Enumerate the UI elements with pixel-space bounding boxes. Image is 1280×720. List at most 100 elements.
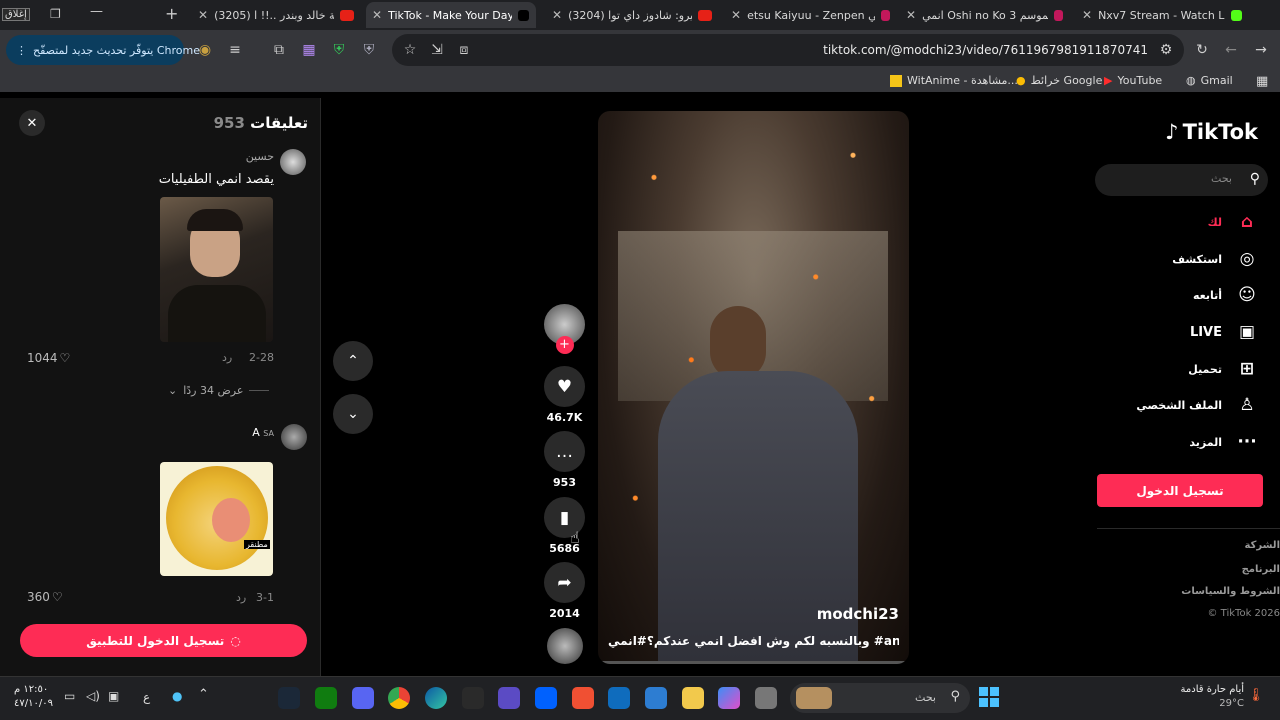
dropbox-icon[interactable] [535, 687, 557, 709]
avatar[interactable] [281, 424, 307, 450]
start-tile [990, 687, 999, 696]
close-icon[interactable]: ✕ [725, 8, 747, 22]
video-player[interactable]: modchi23 وبالنسبه لكم وش افضل انمي عندكم… [598, 111, 909, 664]
close-icon[interactable]: ✕ [1076, 8, 1098, 22]
tab-anime-zenpen[interactable]: ✕ etsu Kaiyuu - Zenpen انمي [725, 2, 897, 28]
profile-avatar-icon[interactable]: ◉ [196, 42, 214, 58]
close-icon[interactable]: ✕ [546, 8, 568, 22]
git-icon[interactable] [572, 687, 594, 709]
follow-plus-icon[interactable]: + [555, 336, 574, 354]
close-icon[interactable]: ✕ [900, 8, 922, 22]
login-app-button[interactable]: تسجيل الدخول للتطبيق ◌ [20, 624, 307, 657]
extensions-icon[interactable]: ⧉ [270, 42, 288, 58]
chrome-update-button[interactable]: ⋮ يتوفّر تحديث جديد لمتصفّح Chrome [6, 35, 200, 65]
login-button[interactable]: تسجيل الدخول [1097, 474, 1263, 507]
taskbar-search[interactable]: بحث ⚲ [790, 683, 970, 713]
reload-icon[interactable]: ↻ [1193, 42, 1211, 58]
footer-link-company[interactable]: الشركة [1245, 540, 1280, 551]
windows-start-icon[interactable] [979, 687, 999, 707]
copilot-icon[interactable] [718, 687, 740, 709]
chrome-icon[interactable] [388, 687, 410, 709]
close-comments-button[interactable]: ✕ [19, 110, 45, 136]
close-icon[interactable]: ✕ [192, 8, 214, 22]
back-arrow-icon[interactable]: ← [1222, 42, 1240, 58]
volume-icon[interactable]: ◁) [86, 689, 100, 703]
next-video-button[interactable]: ⌄ [333, 394, 373, 434]
nav-upload[interactable]: تحميل ⊞ [1188, 359, 1258, 379]
tab-youtube-story[interactable]: ✕ (3205) قصة خالد وبندر ..!! ا [192, 2, 360, 28]
comment-sticker-image[interactable]: مطنقر [160, 462, 273, 576]
restore-window-icon[interactable]: ❐ [50, 7, 61, 21]
like-button[interactable]: ♥ 46.7K [544, 366, 585, 424]
bookmark-youtube[interactable]: ▶ YouTube [1104, 74, 1162, 87]
edge-icon[interactable] [425, 687, 447, 709]
store-icon[interactable] [645, 687, 667, 709]
search-box[interactable]: ⚲ بحث [1095, 164, 1268, 196]
music-disc-avatar[interactable] [544, 628, 585, 664]
bookmark-witanime[interactable]: WitAnime - مشاهدة... [890, 74, 1018, 87]
bookmark-gmail[interactable]: ◍ Gmail [1186, 74, 1233, 87]
nav-profile[interactable]: الملف الشخصي ♙ [1136, 395, 1258, 415]
media-control-icon[interactable]: ≡ [226, 42, 244, 58]
comment-button[interactable]: … 953 [544, 431, 585, 489]
epic-games-icon[interactable] [462, 687, 484, 709]
tab-oshi-no-ko[interactable]: ✕ انمي Oshi no Ko الموسم 3 [900, 2, 1070, 28]
minimize-window-icon[interactable]: — [90, 4, 103, 19]
task-view-icon[interactable] [755, 687, 777, 709]
steam-icon[interactable] [278, 687, 300, 709]
outlook-icon[interactable] [608, 687, 630, 709]
close-icon[interactable]: ✕ [366, 8, 388, 22]
comment-username[interactable]: A [252, 426, 260, 439]
avatar[interactable] [280, 149, 306, 175]
divider-line [249, 390, 270, 391]
nav-live[interactable]: LIVE ▣ [1190, 322, 1258, 342]
reply-button[interactable]: رد [236, 591, 246, 604]
tab-nxv7-stream[interactable]: ✕ Nxv7 Stream - Watch Live [1076, 2, 1248, 28]
video-progress-bar[interactable] [598, 661, 909, 664]
tab-tiktok[interactable]: ✕ TikTok - Make Your Day [366, 2, 536, 28]
video-username[interactable]: modchi23 [817, 605, 899, 623]
view-replies-button[interactable]: ⌄ عرض 34 ردًا [168, 384, 270, 397]
footer-link-program[interactable]: البرنامج [1242, 564, 1280, 575]
bookmark-label: YouTube [1117, 74, 1163, 87]
previous-video-button[interactable]: ⌃ [333, 341, 373, 381]
comment-image[interactable] [160, 197, 273, 342]
tiktok-logo[interactable]: ♪ TikTok [1165, 120, 1258, 144]
footer-link-terms[interactable]: الشروط والسياسات [1181, 586, 1280, 597]
weather-widget[interactable]: أيام حارة قادمة 29°C 🌡 [1160, 683, 1264, 711]
forward-arrow-icon[interactable]: → [1252, 42, 1270, 58]
nav-more[interactable]: المزيد ··· [1189, 432, 1258, 452]
nav-following[interactable]: أتابعه ☺ [1193, 285, 1258, 305]
install-app-icon[interactable]: ⇲ [428, 42, 446, 58]
shield-icon[interactable]: ⛨ [330, 42, 348, 58]
nav-for-you[interactable]: لك ⌂ [1208, 212, 1258, 232]
translate-icon[interactable]: ⧈ [455, 42, 473, 58]
comment-like-button[interactable]: 1044 ♡ [27, 351, 70, 365]
close-window-label[interactable]: إغلاق [2, 8, 30, 21]
new-tab-icon[interactable]: + [165, 4, 178, 23]
creator-avatar[interactable]: + [544, 304, 585, 354]
extension-icon[interactable]: ▦ [300, 42, 318, 58]
tab-youtube-sekiro[interactable]: ✕ (3204) سكيرو: شادوز داي توا [546, 2, 718, 28]
copyright-text: © TikTok 2026 [1207, 608, 1280, 619]
share-button[interactable]: ➦ 2014 [544, 562, 585, 620]
nav-explore[interactable]: استكشف ◎ [1172, 249, 1258, 269]
bookmark-google-maps[interactable]: ● خرائط Google [1016, 74, 1102, 87]
language-indicator[interactable]: ع [143, 690, 150, 704]
star-icon[interactable]: ☆ [401, 42, 419, 58]
site-settings-icon[interactable]: ⚙ [1157, 42, 1175, 58]
battery-icon[interactable]: ▭ [64, 689, 75, 703]
clock[interactable]: ١٢:٥٠ م ٤٧/١٠/٠٩ [14, 683, 53, 711]
comment-username[interactable]: حسين [200, 150, 274, 163]
microphone-icon[interactable]: ● [172, 689, 182, 703]
shield-icon[interactable]: ⛨ [360, 42, 378, 58]
reply-button[interactable]: رد [222, 351, 232, 364]
app-icon[interactable] [498, 687, 520, 709]
file-explorer-icon[interactable] [682, 687, 704, 709]
discord-icon[interactable] [352, 687, 374, 709]
comment-like-button[interactable]: 360 ♡ [27, 590, 63, 604]
chevron-up-icon[interactable]: ⌃ [198, 687, 209, 702]
network-icon[interactable]: ▣ [108, 689, 119, 703]
xbox-icon[interactable] [315, 687, 337, 709]
apps-grid-icon[interactable]: ▦ [1256, 74, 1268, 89]
